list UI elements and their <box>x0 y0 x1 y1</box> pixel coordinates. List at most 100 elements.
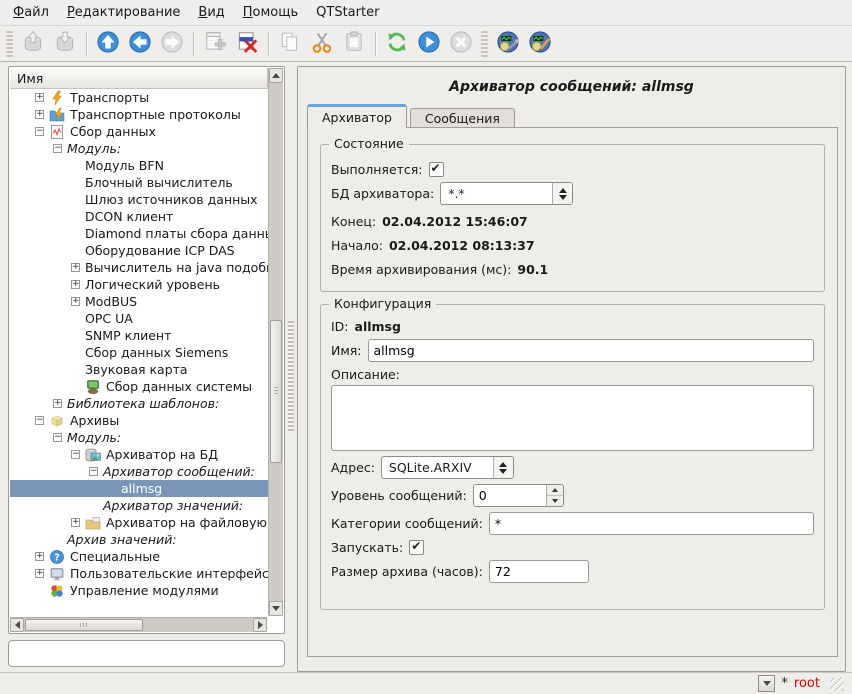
scroll-left-icon[interactable] <box>10 618 24 632</box>
menu-view[interactable]: Вид <box>189 2 233 23</box>
collapse-icon[interactable]: − <box>89 467 98 476</box>
tree-item[interactable]: Сбор данных системы <box>10 378 268 395</box>
tree-filter-input[interactable] <box>8 640 285 667</box>
scroll-down-icon[interactable] <box>269 601 283 616</box>
running-checkbox[interactable] <box>429 162 444 177</box>
tree-item-selected[interactable]: allmsg <box>10 480 268 497</box>
tree-item[interactable]: Оборудование ICP DAS <box>10 242 268 259</box>
tree-item[interactable]: Модуль BFN <box>10 157 268 174</box>
resize-grip-icon[interactable] <box>830 677 844 691</box>
message-categories-input[interactable] <box>489 512 814 535</box>
tree-item[interactable]: −Модуль: <box>10 429 268 446</box>
toolbar-grip-icon[interactable] <box>481 31 488 57</box>
toolbar-grip-icon[interactable] <box>6 31 13 57</box>
scroll-right-icon[interactable] <box>253 618 267 632</box>
description-textarea[interactable] <box>331 385 814 451</box>
message-level-input[interactable] <box>474 485 546 506</box>
expand-icon[interactable]: + <box>71 297 80 306</box>
expand-icon[interactable]: + <box>71 263 80 272</box>
collapse-icon[interactable]: − <box>71 450 80 459</box>
combo-arrows-icon[interactable] <box>493 457 513 478</box>
user-label[interactable]: root <box>794 676 820 691</box>
start-button[interactable] <box>414 29 444 59</box>
collapse-icon[interactable]: − <box>53 144 62 153</box>
paste-button[interactable] <box>339 29 369 59</box>
panel-splitter[interactable] <box>286 66 296 634</box>
forward-button[interactable] <box>157 29 187 59</box>
horizontal-scrollbar[interactable] <box>10 617 267 632</box>
tree-item[interactable]: −Архиватор на БД <box>10 446 268 463</box>
tree-item[interactable]: Сбор данных Siemens <box>10 344 268 361</box>
tree-item[interactable]: +Транспортные протоколы <box>10 106 268 123</box>
scroll-up-icon[interactable] <box>269 68 283 83</box>
tree-item[interactable]: −Архивы <box>10 412 268 429</box>
up-button[interactable] <box>93 29 123 59</box>
delete-item-button[interactable] <box>232 29 262 59</box>
collapse-icon[interactable]: − <box>35 416 44 425</box>
message-level-spinbox[interactable] <box>473 484 564 507</box>
stop-button[interactable] <box>446 29 476 59</box>
tree-item[interactable]: +Вычислитель на java подобном <box>10 259 268 276</box>
tree-item[interactable]: −Архиватор сообщений: <box>10 463 268 480</box>
tree-item[interactable]: +Архиватор на файловую си <box>10 514 268 531</box>
qtcfg-button[interactable] <box>493 29 523 59</box>
tree-item[interactable]: +?Специальные <box>10 548 268 565</box>
tree-item[interactable]: Звуковая карта <box>10 361 268 378</box>
address-combo[interactable]: SQLite.ARXIV <box>381 456 514 479</box>
tab-messages[interactable]: Сообщения <box>410 108 515 128</box>
tree-header[interactable]: Имя <box>10 68 268 89</box>
tree-item[interactable]: Архив значений: <box>10 531 268 548</box>
spin-up-icon[interactable] <box>547 485 563 496</box>
vertical-scroll-thumb[interactable] <box>270 320 282 462</box>
vertical-scrollbar[interactable] <box>268 68 283 616</box>
menu-qtstarter[interactable]: QTStarter <box>307 2 388 23</box>
tree-item[interactable]: Управление модулями <box>10 582 268 599</box>
save-to-db-button[interactable] <box>50 29 80 59</box>
forward-icon <box>160 30 184 57</box>
tree-item[interactable]: +ModBUS <box>10 293 268 310</box>
expand-icon[interactable]: + <box>35 569 44 578</box>
tree-item[interactable]: +Транспорты <box>10 89 268 106</box>
expand-icon[interactable]: + <box>71 518 80 527</box>
copy-button[interactable] <box>275 29 305 59</box>
tree-item[interactable]: −Сбор данных <box>10 123 268 140</box>
qtui-button[interactable] <box>525 29 555 59</box>
expand-icon[interactable]: + <box>53 399 62 408</box>
back-button[interactable] <box>125 29 155 59</box>
archiver-db-combo[interactable]: *.* <box>440 182 573 205</box>
to-start-checkbox[interactable] <box>409 540 424 555</box>
refresh-button[interactable] <box>382 29 412 59</box>
user-dropdown-button[interactable] <box>758 675 775 692</box>
tree-item[interactable]: +Пользовательские интерфейсы <box>10 565 268 582</box>
combo-arrows-icon[interactable] <box>552 183 572 204</box>
horizontal-scroll-thumb[interactable] <box>25 619 143 631</box>
tree-item[interactable]: Шлюз источников данных <box>10 191 268 208</box>
tree-item[interactable]: DCON клиент <box>10 208 268 225</box>
tree-item[interactable]: +Библиотека шаблонов: <box>10 395 268 412</box>
menu-edit[interactable]: Редактирование <box>58 2 189 23</box>
menu-bar: ФайлРедактированиеВидПомощьQTStarter <box>0 0 852 26</box>
add-item-button[interactable] <box>200 29 230 59</box>
tree-item[interactable]: OPC UA <box>10 310 268 327</box>
name-input[interactable] <box>368 339 814 362</box>
spin-down-icon[interactable] <box>547 496 563 506</box>
expand-icon[interactable]: + <box>35 552 44 561</box>
tree-item[interactable]: Архиватор значений: <box>10 497 268 514</box>
collapse-icon[interactable]: − <box>53 433 62 442</box>
load-from-db-button[interactable] <box>18 29 48 59</box>
expand-icon[interactable]: + <box>35 110 44 119</box>
tab-archiver[interactable]: Архиватор <box>307 104 407 128</box>
archive-size-input[interactable] <box>489 560 589 583</box>
cut-button[interactable] <box>307 29 337 59</box>
archive-size-label: Размер архива (часов): <box>331 564 483 579</box>
tree-item[interactable]: SNMP клиент <box>10 327 268 344</box>
collapse-icon[interactable]: − <box>35 127 44 136</box>
menu-help[interactable]: Помощь <box>234 2 307 23</box>
tree-item[interactable]: Diamond платы сбора данных <box>10 225 268 242</box>
expand-icon[interactable]: + <box>71 280 80 289</box>
tree-item[interactable]: −Модуль: <box>10 140 268 157</box>
expand-icon[interactable]: + <box>35 93 44 102</box>
menu-file[interactable]: Файл <box>4 2 58 23</box>
tree-item[interactable]: +Логический уровень <box>10 276 268 293</box>
tree-item[interactable]: Блочный вычислитель <box>10 174 268 191</box>
